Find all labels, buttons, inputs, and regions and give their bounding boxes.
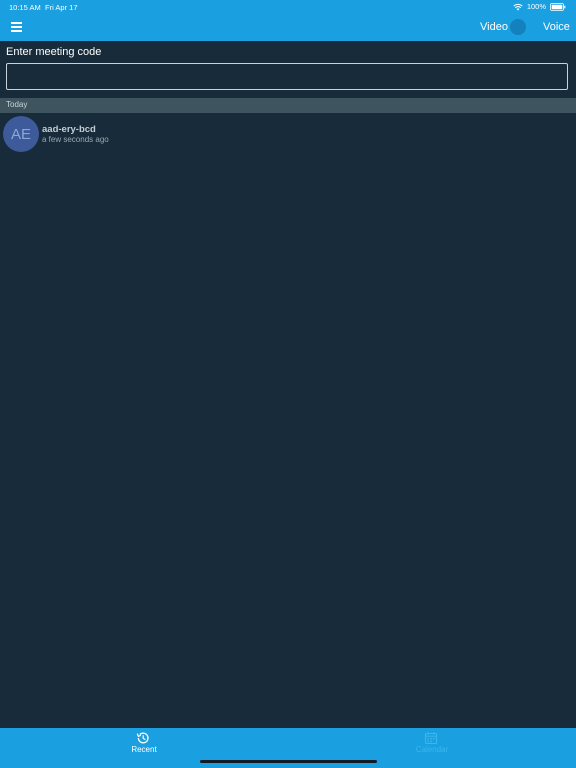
- status-indicators: 100%: [513, 2, 566, 11]
- toggle-knob: [510, 19, 526, 35]
- status-date: Fri Apr 17: [45, 3, 78, 12]
- video-voice-toggle[interactable]: [507, 19, 533, 35]
- wifi-icon: [513, 3, 523, 10]
- tab-label-calendar: Calendar: [415, 745, 449, 754]
- history-icon: [136, 732, 149, 744]
- meeting-timestamp: a few seconds ago: [42, 135, 109, 144]
- calendar-icon: [424, 732, 438, 745]
- meeting-code-label: Enter meeting code: [6, 46, 102, 58]
- battery-icon: [550, 2, 566, 11]
- hamburger-menu-icon[interactable]: [11, 22, 22, 32]
- app-root: 10:15 AM Fri Apr 17 100% Video Voice Ent…: [0, 0, 576, 768]
- meeting-code-input[interactable]: [6, 63, 568, 90]
- home-indicator: [200, 760, 377, 763]
- meeting-code-text: aad-ery-bcd: [42, 124, 96, 135]
- top-bar: 10:15 AM Fri Apr 17 100% Video Voice: [0, 0, 576, 41]
- section-title: Today: [6, 100, 28, 109]
- status-time: 10:15 AM: [9, 3, 41, 12]
- mode-label-video: Video: [480, 21, 508, 33]
- section-header-today: Today: [0, 98, 576, 113]
- battery-percent: 100%: [526, 2, 546, 11]
- recent-meeting-item[interactable]: AE aad-ery-bcd a few seconds ago: [0, 114, 576, 154]
- mode-label-voice: Voice: [543, 21, 570, 33]
- avatar: AE: [3, 116, 39, 152]
- tab-label-recent: Recent: [131, 745, 157, 754]
